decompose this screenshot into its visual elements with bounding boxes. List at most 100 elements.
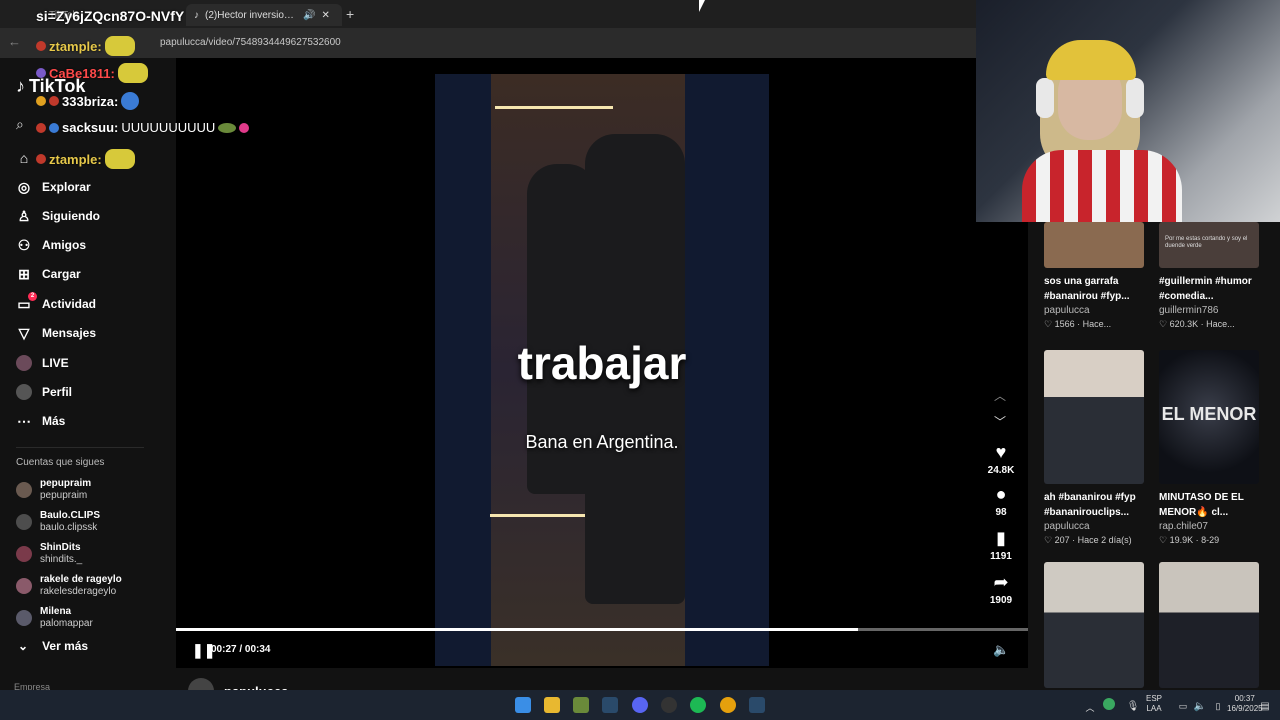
following-item[interactable]: rakele de rageylo rakelesderageylo <box>16 574 122 598</box>
video-thumbnail <box>1044 350 1144 484</box>
recommended-video-card[interactable]: sos una garrafa #bananirou #fyp... papul… <box>1044 222 1144 330</box>
recommended-video-card[interactable] <box>1044 562 1144 688</box>
steam-icon[interactable] <box>749 697 765 713</box>
battery-icon[interactable]: ▯ <box>1210 698 1226 714</box>
app-icon[interactable] <box>661 697 677 713</box>
sidebar-item-mensajes[interactable]: ▽ Mensajes <box>16 325 96 341</box>
bookmark-action[interactable]: ▮ 1191 <box>983 528 1019 562</box>
video-thumbnail: Por me estas cortando y soy el duende ve… <box>1159 222 1259 268</box>
video-progress-fill <box>176 628 858 631</box>
more-icon: ⋯ <box>17 412 31 429</box>
discord-icon[interactable] <box>632 697 648 713</box>
following-item[interactable]: pepupraim pepupraim <box>16 478 91 502</box>
chat-message: ztample: <box>36 149 135 169</box>
tray-chevron-icon[interactable]: ︿ <box>1082 699 1098 715</box>
back-arrow-icon[interactable]: ← <box>8 34 21 49</box>
tiktok-tab-icon: ♪ <box>194 9 199 21</box>
network-icon[interactable]: ▭ <box>1175 698 1191 714</box>
home-icon: ⌂ <box>19 150 29 166</box>
chat-message: ztample: <box>36 36 135 56</box>
sidebar-item-siguiendo[interactable]: ♙ Siguiendo <box>16 208 100 224</box>
app-icon[interactable] <box>573 697 589 713</box>
recommended-video-card[interactable]: Por me estas cortando y soy el duende ve… <box>1159 222 1259 330</box>
browser-tab-active[interactable]: ♪ (2)Hector inversiones. #ban 🔊 ✕ <box>186 4 342 26</box>
video-player[interactable]: trabajar Bana en Argentina. <box>435 74 769 666</box>
share-icon: ➦ <box>993 572 1009 592</box>
video-frame-detail <box>495 106 613 109</box>
url-text[interactable]: papulucca/video/7548934449627532600 <box>160 37 341 48</box>
webcam-detail <box>1036 78 1054 118</box>
search-icon[interactable]: ⌕ <box>16 116 24 133</box>
close-tab-icon[interactable]: ✕ <box>321 10 329 21</box>
send-icon: ▽ <box>18 324 30 341</box>
tray-app-icon[interactable] <box>1103 698 1115 710</box>
file-explorer-icon[interactable] <box>544 697 560 713</box>
comment-action[interactable]: ● 98 <box>983 484 1019 518</box>
new-tab-button[interactable]: + <box>346 6 354 22</box>
recommended-video-card[interactable]: EL MENOR MINUTASO DE EL MENOR🔥 cl... rap… <box>1159 350 1259 546</box>
heart-icon: ♥ <box>995 442 1007 462</box>
sidebar-item-explorar[interactable]: ◎ Explorar <box>16 179 91 195</box>
video-frame-detail <box>490 514 600 517</box>
share-action[interactable]: ➦ 1909 <box>983 572 1019 606</box>
profile-avatar <box>16 384 32 400</box>
sidebar-item-mas[interactable]: ⋯ Más <box>16 413 65 429</box>
video-thumbnail <box>1159 562 1259 688</box>
emote-icon <box>239 122 250 133</box>
video-caption-small: Bana en Argentina. <box>525 432 679 452</box>
speaker-icon[interactable]: 🔈 <box>1192 698 1208 714</box>
webcam-detail <box>1022 150 1182 222</box>
emote-icon <box>104 149 135 169</box>
sidebar-item-live[interactable]: LIVE <box>16 355 69 371</box>
chevron-down-icon[interactable]: ﹀ <box>994 413 1006 430</box>
chrome-icon[interactable] <box>720 697 736 713</box>
webcam-detail <box>1046 40 1136 80</box>
chat-message: 333briza: <box>36 92 140 110</box>
video-thumbnail <box>1044 562 1144 688</box>
video-progress-bar[interactable] <box>176 628 1028 631</box>
globe-emote-icon <box>121 92 140 110</box>
avatar <box>16 482 32 498</box>
following-item[interactable]: Baulo.CLIPS baulo.clipssk <box>16 510 100 534</box>
sidebar-item-amigos[interactable]: ⚇ Amigos <box>16 237 86 253</box>
emote-icon <box>218 122 237 133</box>
upload-icon: ⊞ <box>18 265 30 282</box>
chat-badge-icon <box>36 154 46 164</box>
chat-badge-icon <box>36 122 46 133</box>
chevron-up-icon[interactable]: ︿ <box>994 387 1006 404</box>
volume-icon[interactable]: 🔈 <box>993 642 1009 658</box>
following-item[interactable]: ShinDits shindits._ <box>16 542 82 566</box>
tab-title: (2)Hector inversiones. #ban <box>205 9 297 21</box>
notification-icon[interactable]: ▤ <box>1257 698 1273 714</box>
chat-badge-icon <box>49 122 59 133</box>
sidebar-item-home[interactable]: ⌂ <box>16 150 32 166</box>
recommended-video-card[interactable]: ah #bananirou #fyp #bananirouclips... pa… <box>1044 350 1144 546</box>
recommended-video-card[interactable] <box>1159 562 1259 688</box>
mouse-cursor <box>699 0 705 12</box>
see-more-button[interactable]: ⌄ Ver más <box>18 639 88 653</box>
sidebar-item-cargar[interactable]: ⊞ Cargar <box>16 266 81 282</box>
comment-icon: ● <box>995 484 1007 504</box>
avatar <box>16 514 32 530</box>
emote-icon <box>117 63 148 83</box>
emote-icon <box>104 36 135 56</box>
compass-icon: ◎ <box>17 178 31 195</box>
speaker-icon[interactable]: 🔊 <box>303 10 315 21</box>
video-thumbnail <box>1044 222 1144 268</box>
sidebar-item-actividad[interactable]: ▭ 2 Actividad <box>16 292 96 312</box>
following-item[interactable]: Milena palomappar <box>16 606 93 630</box>
windows-start-icon[interactable] <box>515 697 531 713</box>
live-icon <box>16 355 32 371</box>
webcam-overlay <box>976 0 1280 222</box>
steam-icon[interactable] <box>602 697 618 713</box>
video-caption-large: trabajar <box>517 337 687 389</box>
like-action[interactable]: ♥ 24.8K <box>983 442 1019 476</box>
tiktok-note-icon: ♪ <box>16 76 25 96</box>
spotify-icon[interactable] <box>690 697 706 713</box>
language-indicator[interactable]: ESP LAA <box>1146 694 1162 714</box>
overlay-text: si=Zy6jZQcn87O-NVfY <box>36 8 185 24</box>
notification-badge: 2 <box>28 292 37 301</box>
chat-message: CaBe1811: <box>36 63 148 83</box>
sidebar-item-perfil[interactable]: Perfil <box>16 384 72 400</box>
microphone-icon[interactable]: 🎙 <box>1125 698 1141 714</box>
